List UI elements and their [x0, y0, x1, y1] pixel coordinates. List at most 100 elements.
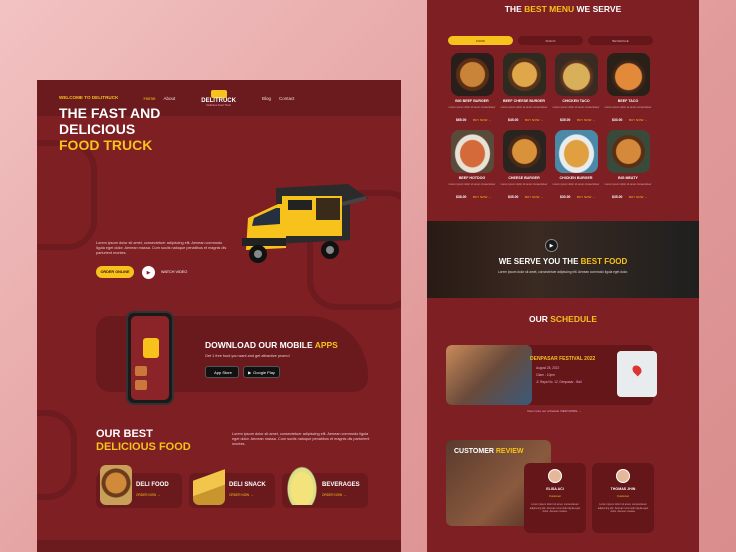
- google-play-label: Google Play: [253, 369, 275, 375]
- brand-tagline: Delicious Food Truck: [206, 103, 231, 107]
- category-name: DELI SNACK: [229, 482, 266, 488]
- menu-item-name: BIG MEATY: [618, 176, 638, 180]
- order-now-link[interactable]: ORDER NOW →: [229, 493, 253, 497]
- reviewer-role: Customer: [616, 494, 630, 498]
- menu-item-desc: Lorem ipsum dolor sit amet consectetuer: [500, 106, 548, 109]
- category-card-deli-snack[interactable]: DELI SNACK ORDER NOW →: [189, 465, 275, 508]
- buy-now-link[interactable]: BUY NOW →: [577, 118, 595, 122]
- reviewer-name: ELISA ACI: [546, 487, 564, 491]
- serve-description: Lorem ipsum dolor sit amet, consectetuer…: [497, 270, 629, 274]
- menu-item-price: $35.00: [560, 118, 571, 122]
- phone-food-thumb: [135, 380, 147, 390]
- nav-about[interactable]: About: [164, 96, 176, 101]
- nav-contact[interactable]: Contact: [279, 96, 295, 101]
- download-title-accent: APPS: [314, 340, 338, 350]
- menu-item-name: BIG BEEF BURGER: [455, 99, 489, 103]
- view-more-link[interactable]: View more our schedule VIEW MORE →: [527, 409, 581, 413]
- app-store-button[interactable]: App Store: [205, 366, 239, 378]
- tab-snack[interactable]: SNACK: [518, 36, 583, 45]
- menu-item-price: $35.00: [508, 195, 519, 199]
- download-title-main: DOWNLOAD OUR MOBILE: [205, 340, 315, 350]
- menu-title-b: BEST MENU: [524, 4, 575, 14]
- play-video-button[interactable]: ▶: [142, 266, 155, 279]
- order-online-button[interactable]: ORDER ONLINE: [96, 266, 134, 278]
- menu-item-price: $30.00: [612, 118, 623, 122]
- drink-image: [286, 465, 318, 505]
- avatar: [616, 469, 630, 483]
- menu-item-image[interactable]: [607, 53, 650, 96]
- app-store-label: App Store: [214, 369, 232, 375]
- buy-now-link[interactable]: BUY NOW →: [577, 195, 595, 199]
- menu-item-desc: Lorem ipsum dolor sit amet consectetuer: [552, 183, 600, 186]
- menu-title: THE BEST MENU WE SERVE: [427, 4, 699, 14]
- event-name: DENPASAR FESTIVAL 2022: [530, 356, 596, 362]
- fries-image: [193, 465, 225, 505]
- menu-item-price: $45.00: [508, 118, 519, 122]
- review-title-b: REVIEW: [495, 448, 524, 455]
- phone-card: [143, 338, 159, 358]
- nav-home[interactable]: Home: [144, 96, 156, 101]
- brand-logo[interactable]: DELITRUCK Delicious Food Truck: [201, 89, 236, 107]
- event-place: Jl. Raya No. 12, Denpasar - Bali: [536, 380, 582, 384]
- menu-item-image[interactable]: [503, 53, 546, 96]
- menu-item-image[interactable]: [451, 53, 494, 96]
- menu-item-image[interactable]: [555, 130, 598, 173]
- category-name: DELI FOOD: [136, 482, 169, 488]
- best-heading-line2: DELICIOUS FOOD: [96, 441, 191, 453]
- location-map[interactable]: [617, 351, 657, 397]
- menu-item-name: BEEF CHEESE BURGER: [503, 99, 545, 103]
- menu-item-image[interactable]: [503, 130, 546, 173]
- schedule-title: OUR SCHEDULE: [427, 314, 699, 324]
- category-card-beverages[interactable]: BEVERAGES ORDER NOW →: [282, 465, 368, 508]
- burger-image: [100, 465, 132, 505]
- buy-now-link[interactable]: BUY NOW →: [473, 118, 491, 122]
- banner-play-button[interactable]: ▶: [545, 239, 558, 252]
- serve-title-a: WE SERVE YOU THE: [498, 257, 581, 266]
- watch-video-label[interactable]: WATCH VIDEO: [161, 270, 187, 274]
- review-title-a: CUSTOMER: [454, 448, 496, 455]
- reviewer-role: Customer: [548, 494, 562, 498]
- buy-now-link[interactable]: BUY NOW →: [525, 195, 543, 199]
- menu-item-image[interactable]: [451, 130, 494, 173]
- download-title: DOWNLOAD OUR MOBILE APPS: [205, 340, 338, 350]
- menu-item-image[interactable]: [607, 130, 650, 173]
- truck-logo-icon: [210, 89, 227, 98]
- hero-title-line3: FOOD TRUCK: [59, 137, 153, 153]
- google-play-icon: ▶: [248, 369, 252, 375]
- phone-screen: [131, 316, 169, 400]
- menu-title-a: THE: [504, 4, 525, 14]
- tab-food[interactable]: FOOD: [448, 36, 513, 45]
- play-icon: ▶: [146, 269, 151, 276]
- nav-blog[interactable]: Blog: [262, 96, 271, 101]
- menu-item-desc: Lorem ipsum dolor sit amet consectetuer: [604, 106, 652, 109]
- hero-description: Lorem ipsum dolor sit amet, consectetuer…: [96, 241, 227, 255]
- download-description: Get 1 free food you want and get attract…: [205, 354, 290, 358]
- reviewer-name: THOMAS JHIN: [610, 487, 636, 491]
- order-now-link[interactable]: ORDER NOW →: [322, 493, 346, 497]
- avatar: [548, 469, 562, 483]
- hero-title-line2: DELICIOUS: [59, 121, 136, 137]
- menu-item-price: $65.00: [456, 118, 467, 122]
- review-card: THOMAS JHIN Customer Lorem ipsum dolor s…: [592, 463, 654, 533]
- menu-item-name: BEEF HOTDOG: [458, 176, 486, 180]
- menu-item-image[interactable]: [555, 53, 598, 96]
- review-title: CUSTOMER REVIEW: [454, 448, 524, 455]
- landing-page-right: THE BEST MENU WE SERVE FOOD SNACK BEVERA…: [427, 0, 699, 552]
- decorative-swirl: [37, 410, 77, 500]
- phone-mockup: [126, 311, 174, 405]
- buy-now-link[interactable]: BUY NOW →: [629, 118, 647, 122]
- menu-item-desc: Lorem ipsum dolor sit amet consectetuer: [448, 183, 496, 186]
- food-truck-image: [242, 184, 368, 263]
- tab-beverage[interactable]: BEVERAGE: [588, 36, 653, 45]
- buy-now-link[interactable]: BUY NOW →: [525, 118, 543, 122]
- category-card-deli-food[interactable]: DELI FOOD ORDER NOW →: [96, 465, 182, 508]
- phone-food-thumb: [135, 366, 147, 376]
- buy-now-link[interactable]: BUY NOW →: [629, 195, 647, 199]
- order-now-link[interactable]: ORDER NOW →: [136, 493, 160, 497]
- menu-item-name: CHICKEN TACO: [562, 99, 590, 103]
- schedule-title-a: OUR: [528, 314, 551, 324]
- hero-title-line1: THE FAST AND: [59, 105, 161, 121]
- buy-now-link[interactable]: BUY NOW →: [473, 195, 491, 199]
- google-play-button[interactable]: ▶ Google Play: [243, 366, 280, 378]
- serve-title-b: BEST FOOD: [580, 257, 628, 266]
